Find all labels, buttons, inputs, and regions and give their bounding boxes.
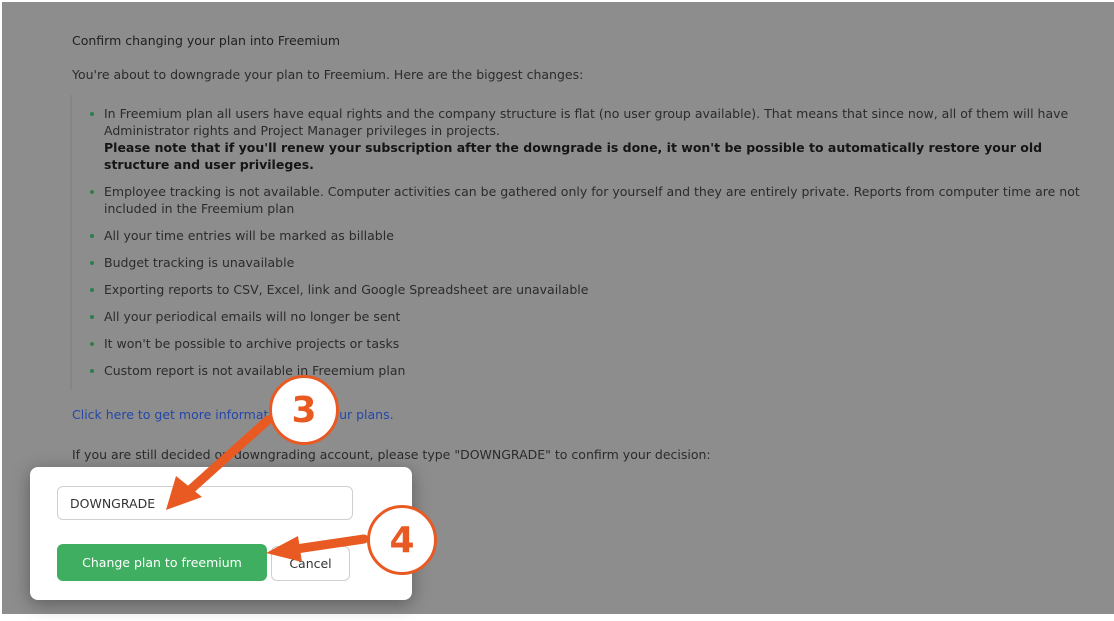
confirm-prompt: If you are still decided on downgrading … (72, 447, 711, 462)
list-item: Budget tracking is unavailable (90, 254, 1100, 271)
cancel-button[interactable]: Cancel (271, 546, 350, 581)
list-item: All your periodical emails will no longe… (90, 308, 1100, 325)
change-warning: Please note that if you'll renew your su… (104, 140, 1043, 172)
change-text: In Freemium plan all users have equal ri… (104, 106, 1069, 138)
list-item: All your time entries will be marked as … (90, 227, 1100, 244)
list-item: In Freemium plan all users have equal ri… (90, 105, 1100, 173)
confirm-text-input[interactable] (57, 486, 353, 520)
list-item: Exporting reports to CSV, Excel, link an… (90, 281, 1100, 298)
list-item: Custom report is not available in Freemi… (90, 362, 1100, 379)
changes-list: In Freemium plan all users have equal ri… (70, 95, 1100, 389)
more-info-link[interactable]: Click here to get more information about… (72, 407, 394, 422)
step-4-callout: 4 (367, 505, 437, 575)
confirm-dialog: Change plan to freemium Cancel (30, 467, 412, 600)
list-item: It won't be possible to archive projects… (90, 335, 1100, 352)
page-title: Confirm changing your plan into Freemium (72, 33, 341, 48)
list-item: Employee tracking is not available. Comp… (90, 183, 1100, 217)
change-plan-button[interactable]: Change plan to freemium (57, 544, 267, 581)
step-3-callout: 3 (269, 375, 339, 445)
intro-text: You're about to downgrade your plan to F… (72, 67, 584, 82)
